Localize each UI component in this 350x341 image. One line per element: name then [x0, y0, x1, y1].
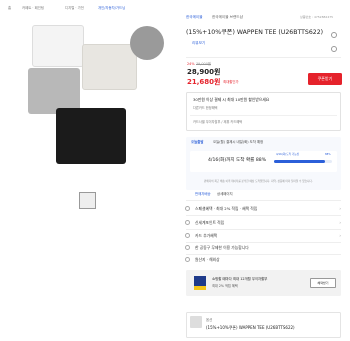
ad-logo	[194, 276, 206, 290]
arrival-bar-label: 4/16(화)도착 가능성	[276, 153, 299, 156]
black-tee	[56, 108, 126, 164]
card-icon	[185, 233, 190, 238]
breadcrumb-item[interactable]: 디지털 · 가전	[65, 6, 84, 10]
share-icon[interactable]	[331, 32, 337, 38]
row-point[interactable]: 신세계포인트 적립	[195, 221, 224, 225]
row-card-benefit[interactable]: 카드 추가혜택	[195, 234, 217, 238]
coupon-label: 최대할인가	[223, 80, 239, 84]
breadcrumb-item[interactable]: 카페트 · 페인팅	[22, 6, 44, 10]
row-special-benefit[interactable]: 스페셜혜택 · 최대 2% 적립 · 혜택 적립	[195, 207, 257, 211]
product-number: 상품번호 : 4752882475	[300, 15, 334, 19]
discount-rate: 24%	[187, 62, 195, 66]
tab-seller-shipping[interactable]: 판매자배송	[195, 192, 211, 196]
option-thumbnail	[190, 316, 202, 328]
original-price: 39,000원	[196, 62, 211, 66]
arrival-bar	[274, 160, 332, 163]
product-title: (15%+10%쿠폰) WAPPEN TEE (U26BTTS622)	[186, 29, 324, 36]
product-image	[20, 18, 164, 178]
sale-price: 28,900원	[187, 68, 221, 76]
breadcrumb-home[interactable]: 홈	[8, 6, 11, 10]
heart-icon[interactable]	[331, 46, 337, 52]
row-origin: 원산지 · 해외상	[195, 257, 220, 262]
tab-detail[interactable]: 상세페이지	[217, 192, 233, 196]
review-link[interactable]: 리뷰보기	[192, 41, 205, 46]
chevron-icon: ›	[339, 206, 341, 211]
row-info: 한 공동구 무제한 이용 가능합니다	[195, 245, 249, 250]
arrival-bar-fill	[274, 160, 326, 163]
option-name: (15%+10%쿠폰) WAPPEN TEE (U26BTTS622)	[206, 325, 295, 330]
chevron-icon: ›	[339, 233, 341, 238]
shipping-title: 오늘(월) 결제시 내일(화) 도착 예정	[213, 140, 264, 144]
shipping-note: 판매자의 최근 배송 이력 데이터를 분석한 예상 도착일입니다. 지역, 상품…	[204, 180, 313, 183]
coupon-button[interactable]: 쿠폰받기	[308, 73, 342, 85]
option-label: 옵션	[206, 318, 213, 322]
thumbnail[interactable]	[79, 192, 96, 209]
brand-name[interactable]: 한국메이블	[186, 15, 203, 20]
arrival-text: 4/16(화)까지 도착 확률 88%	[208, 158, 267, 163]
beige-tee	[82, 44, 137, 90]
white-tee	[32, 25, 84, 67]
chevron-icon: ›	[339, 220, 341, 225]
info-icon	[185, 245, 190, 250]
brand-shop-link[interactable]: 한국메이블 브랜드샵	[212, 15, 243, 20]
breadcrumb-item[interactable]: 개인/자동차/가드닝	[98, 6, 125, 10]
card-benefit-link[interactable]: 카드사별 무이자할부 / 제휴 카드혜택	[193, 120, 242, 124]
arrival-bar-pct: 88%	[325, 153, 331, 156]
ad-button[interactable]: 혜택받기	[310, 278, 336, 288]
point-icon	[185, 220, 190, 225]
shipping-tag: 오늘출발	[191, 140, 204, 144]
ad-title: 쇼핑할 때마다 최대 12개월 무이자할부	[212, 277, 268, 281]
origin-icon	[185, 257, 190, 262]
ad-sub: 최대 2% 적립 혜택	[212, 284, 238, 288]
coupon-price: 21,680원	[187, 78, 221, 86]
logo-badge	[130, 26, 164, 60]
benefit-icon	[185, 206, 190, 211]
benefit-title: 30만원 이상 결제 시 최대 10만원 할인받으세요	[193, 97, 270, 102]
benefit-sub: 다른카드 한정혜택	[193, 106, 218, 110]
